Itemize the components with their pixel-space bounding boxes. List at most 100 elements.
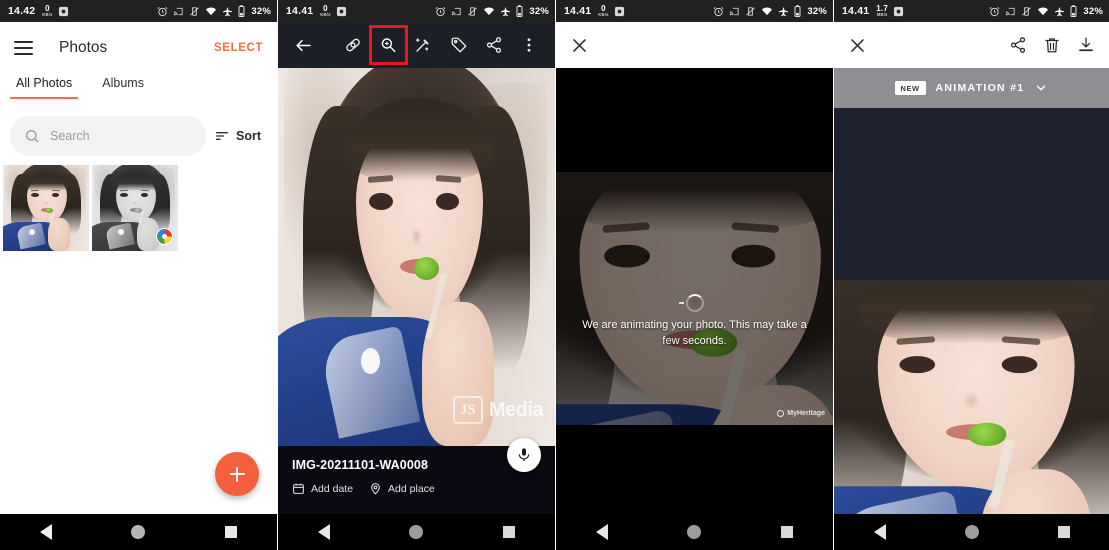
status-time: 14.41 [842,5,870,17]
sort-button[interactable]: Sort [214,128,263,144]
animation-selector[interactable]: NEW ANIMATION #1 [834,68,1109,108]
status-bar: 14.41 1.7 MB/s 32% [834,0,1109,22]
nav-home-button[interactable] [409,525,424,539]
close-icon [851,38,864,52]
vibrate-off-icon [190,6,200,16]
trash-icon [1045,38,1059,53]
battery-icon [516,5,523,17]
select-button[interactable]: SELECT [214,42,263,54]
android-nav-bar [556,514,833,550]
hamburger-icon[interactable] [14,41,33,55]
chevron-down-icon [1037,85,1046,91]
photo-thumbnail-color[interactable] [3,165,89,251]
status-icons: 32% [435,5,549,17]
cast-icon [1006,7,1015,15]
animate-button[interactable] [406,27,441,63]
panel-photo-viewer: 14.41 0 KB/s 32% JS Media IMG-20211101-W… [277,0,555,550]
share-button[interactable] [1009,36,1027,54]
nav-recents-button[interactable] [781,526,794,538]
alarm-icon [157,6,168,16]
nav-home-button[interactable] [131,525,146,539]
nav-back-button[interactable] [595,524,608,540]
nav-recents-button[interactable] [1057,526,1070,538]
panel-animating-progress: 14.41 0 KB/s 32% We are animating your p… [555,0,833,550]
status-time: 14.41 [286,5,314,17]
vibrate-off-icon [468,6,478,16]
vibrate-off-icon [1022,6,1032,16]
metadata-chips: Add date Add place [292,482,541,495]
result-actions [1009,36,1095,54]
search-input[interactable]: Search [10,116,206,156]
nav-back-button[interactable] [873,524,886,540]
download-button[interactable] [1077,36,1095,54]
network-speed-indicator: 0 KB/s [42,3,53,17]
battery-icon [794,5,801,17]
screenshot-strip: 14.42 0 KB/s 32% Photos SELECT All Photo… [0,0,1109,550]
enhance-button[interactable] [368,25,408,65]
tag-button[interactable] [441,27,476,63]
share-icon [486,37,502,53]
photo-metadata: IMG-20211101-WA0008 Add date Add place [278,438,555,514]
magic-wand-icon [416,38,429,52]
animating-message: We are animating your photo. This may ta… [582,319,807,347]
wifi-icon [484,6,495,15]
android-nav-bar [278,514,555,550]
photo-thumbnail-grayscale[interactable] [92,165,178,251]
add-photo-fab[interactable] [215,452,259,496]
add-place-label: Add place [388,482,435,495]
close-button[interactable] [570,36,589,55]
tab-all-photos[interactable]: All Photos [9,74,79,99]
nav-home-button[interactable] [964,525,979,539]
cast-icon [730,7,739,15]
status-icons: 32% [157,5,271,17]
close-button[interactable] [848,36,867,55]
cast-icon [174,7,183,15]
tag-icon [451,37,467,53]
share-button[interactable] [476,27,511,63]
status-bar: 14.41 0 KB/s 32% [278,0,555,22]
add-date-button[interactable]: Add date [292,482,353,495]
tab-albums[interactable]: Albums [98,74,148,99]
js-media-watermark: JS Media [452,396,544,424]
photo-preview[interactable]: JS Media [278,68,555,446]
close-icon [573,38,586,52]
vibrate-off-icon [746,6,756,16]
cast-icon [452,7,461,15]
airplane-mode-icon [779,6,789,16]
arrow-left-icon [296,39,311,51]
search-icon [26,130,39,143]
magnify-photo-icon [381,38,396,53]
alarm-icon [435,6,446,16]
status-app-icon [888,6,904,17]
calendar-icon [293,483,304,494]
android-nav-bar [0,514,277,550]
sort-label: Sort [236,129,261,143]
status-bar: 14.41 0 KB/s 32% [556,0,833,22]
location-pin-icon [371,483,380,495]
battery-percent: 32% [529,5,549,17]
overflow-button[interactable] [512,27,547,63]
nav-back-button[interactable] [317,524,330,540]
delete-button[interactable] [1043,36,1061,54]
alarm-icon [713,6,724,16]
nav-back-button[interactable] [39,524,52,540]
myheritage-logo-icon [777,410,785,417]
status-time: 14.41 [564,5,592,17]
nav-home-button[interactable] [687,525,702,539]
bandage-icon [346,38,360,52]
portrait-image [834,280,1109,534]
sort-icon [216,132,228,140]
nav-recents-button[interactable] [225,526,238,538]
portrait-image [3,165,89,251]
add-place-button[interactable]: Add place [369,482,435,495]
voice-note-button[interactable] [507,438,541,472]
airplane-mode-icon [223,6,233,16]
battery-percent: 32% [251,5,271,17]
nav-recents-button[interactable] [503,526,516,538]
back-button[interactable] [286,27,321,63]
animated-result-preview[interactable]: MyHeritage [834,280,1109,534]
add-date-label: Add date [311,482,354,495]
repair-button[interactable] [335,27,370,63]
more-vertical-icon [527,38,531,52]
panel-animation-result: 14.41 1.7 MB/s 32% NEW ANIMATION #1 [833,0,1109,550]
